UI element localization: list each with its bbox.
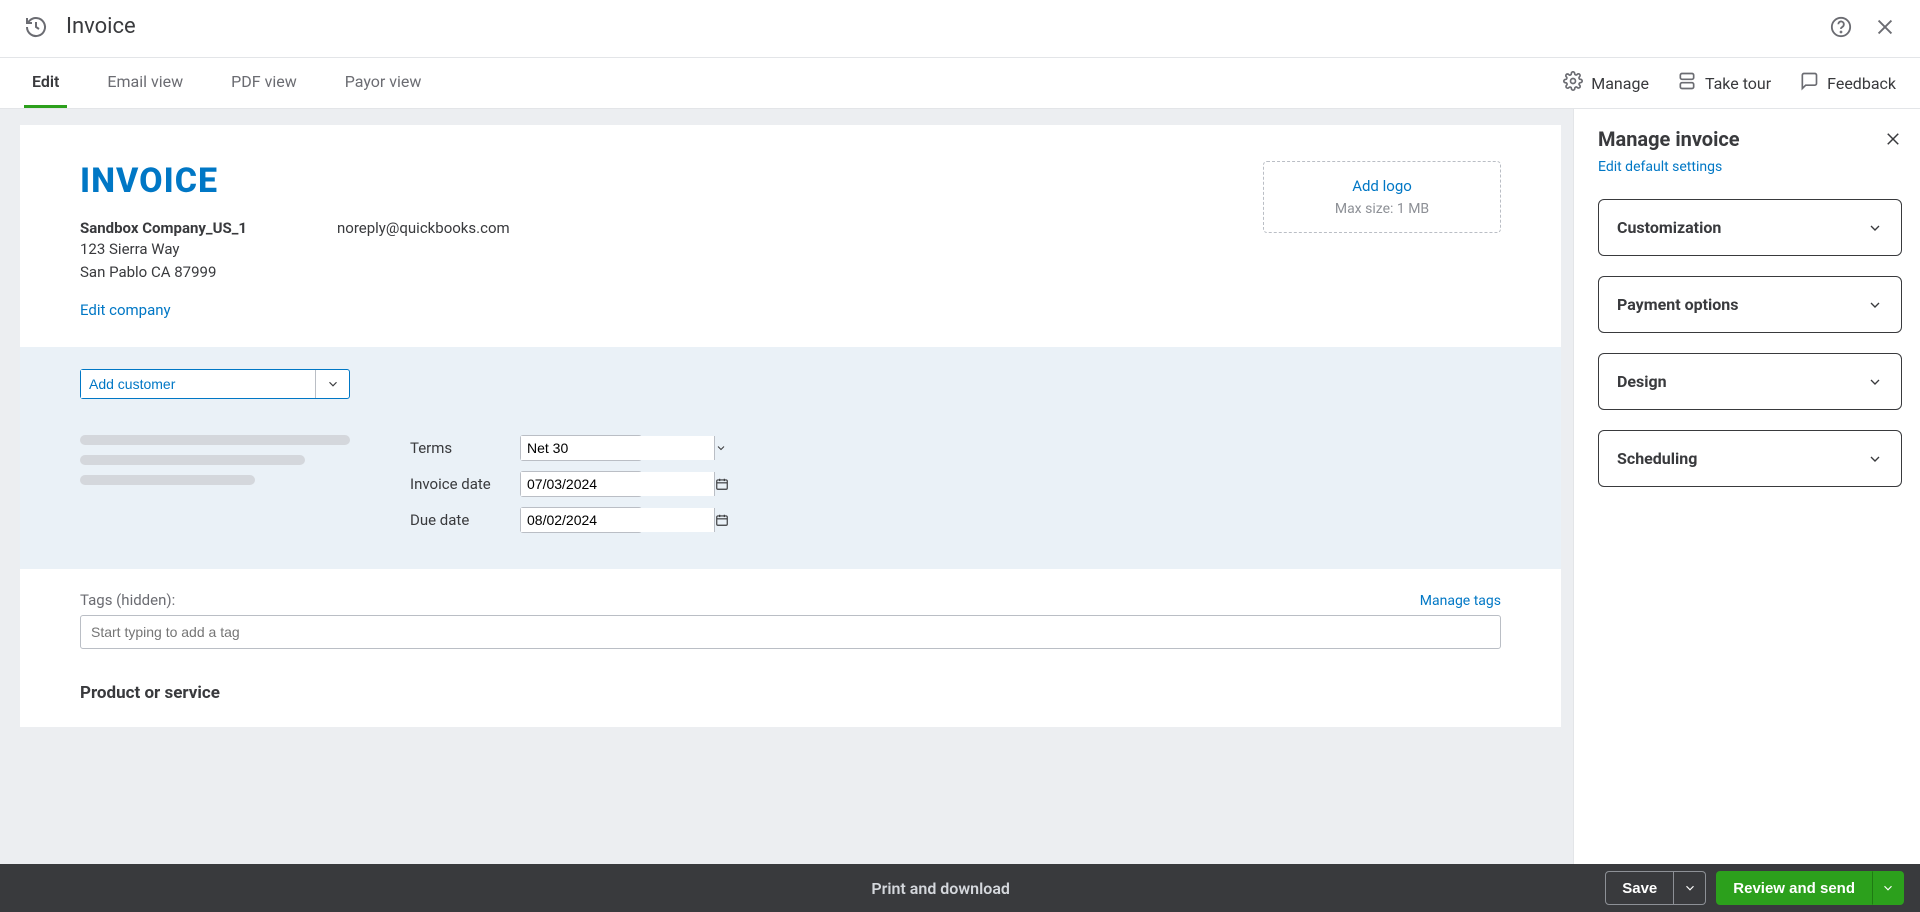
terms-dropdown-toggle[interactable] xyxy=(714,436,727,460)
chevron-down-icon xyxy=(1867,451,1883,467)
accordion-customization[interactable]: Customization xyxy=(1598,199,1902,256)
customer-dropdown-toggle[interactable] xyxy=(315,370,349,398)
chevron-down-icon xyxy=(326,377,340,391)
close-icon[interactable] xyxy=(1874,16,1896,38)
company-addr2: San Pablo CA 87999 xyxy=(80,262,247,283)
company-name: Sandbox Company_US_1 xyxy=(80,219,247,237)
print-download-button[interactable]: Print and download xyxy=(276,879,1605,898)
manage-action[interactable]: Manage xyxy=(1563,71,1649,95)
items-section: Product or service xyxy=(20,659,1561,727)
manage-tags-link[interactable]: Manage tags xyxy=(1420,593,1501,609)
company-email: noreply@quickbooks.com xyxy=(337,219,510,283)
accordion-title: Customization xyxy=(1617,218,1721,237)
save-dropdown-toggle[interactable] xyxy=(1674,871,1706,905)
review-send-button[interactable]: Review and send xyxy=(1716,871,1872,905)
tour-label: Take tour xyxy=(1705,74,1771,93)
invoice-date-input[interactable] xyxy=(521,472,714,496)
chevron-down-icon xyxy=(1881,881,1895,895)
chevron-down-icon xyxy=(1867,374,1883,390)
calendar-icon xyxy=(715,477,729,491)
take-tour-action[interactable]: Take tour xyxy=(1677,71,1771,95)
calendar-icon xyxy=(715,513,729,527)
tab-email-view[interactable]: Email view xyxy=(99,58,191,108)
terms-input[interactable] xyxy=(521,436,714,460)
company-addr1: 123 Sierra Way xyxy=(80,239,247,260)
chevron-down-icon xyxy=(1683,881,1697,895)
accordion-title: Payment options xyxy=(1617,295,1738,314)
top-header: Invoice xyxy=(0,0,1920,58)
logo-dropzone[interactable]: Add logo Max size: 1 MB xyxy=(1263,161,1501,233)
customer-dropdown[interactable] xyxy=(80,369,350,399)
terms-label: Terms xyxy=(410,439,500,457)
edit-company-link[interactable]: Edit company xyxy=(80,301,171,319)
tab-bar: Edit Email view PDF view Payor view Mana… xyxy=(0,58,1920,109)
accordion-title: Scheduling xyxy=(1617,449,1697,468)
customer-section: Terms Invoice date xyxy=(20,347,1561,569)
edit-default-settings-link[interactable]: Edit default settings xyxy=(1598,159,1722,175)
tags-label: Tags (hidden): xyxy=(80,591,175,609)
bottom-bar: Print and download Save Review and send xyxy=(0,864,1920,912)
review-dropdown-toggle[interactable] xyxy=(1872,871,1904,905)
tab-pdf-view[interactable]: PDF view xyxy=(223,58,305,108)
tags-section: Tags (hidden): Manage tags xyxy=(20,569,1561,659)
accordion-scheduling[interactable]: Scheduling xyxy=(1598,430,1902,487)
chevron-down-icon xyxy=(1867,220,1883,236)
tab-payor-view[interactable]: Payor view xyxy=(337,58,430,108)
manage-label: Manage xyxy=(1591,74,1649,93)
feedback-action[interactable]: Feedback xyxy=(1799,71,1896,95)
history-icon[interactable] xyxy=(24,15,48,39)
due-date-input[interactable] xyxy=(521,508,714,532)
accordion-title: Design xyxy=(1617,372,1667,391)
due-date-picker-toggle[interactable] xyxy=(714,508,729,532)
invoice-heading: INVOICE xyxy=(80,161,510,201)
side-close-icon[interactable] xyxy=(1884,130,1902,148)
company-section: INVOICE Sandbox Company_US_1 123 Sierra … xyxy=(20,125,1561,347)
chevron-down-icon xyxy=(1867,297,1883,313)
page-title: Invoice xyxy=(66,14,136,39)
invoice-date-picker-toggle[interactable] xyxy=(714,472,729,496)
due-date-label: Due date xyxy=(410,511,500,529)
tour-icon xyxy=(1677,71,1697,95)
help-icon[interactable] xyxy=(1830,16,1852,38)
items-title: Product or service xyxy=(80,683,1501,703)
feedback-icon xyxy=(1799,71,1819,95)
terms-field[interactable] xyxy=(520,435,642,461)
chevron-down-icon xyxy=(715,442,727,454)
accordion-payment-options[interactable]: Payment options xyxy=(1598,276,1902,333)
add-logo-link[interactable]: Add logo xyxy=(1352,177,1412,195)
feedback-label: Feedback xyxy=(1827,74,1896,93)
accordion-design[interactable]: Design xyxy=(1598,353,1902,410)
logo-hint: Max size: 1 MB xyxy=(1335,201,1429,217)
invoice-date-label: Invoice date xyxy=(410,475,500,493)
editor-scroll[interactable]: INVOICE Sandbox Company_US_1 123 Sierra … xyxy=(0,109,1573,864)
tags-input[interactable] xyxy=(80,615,1501,649)
side-panel: Manage invoice Edit default settings Cus… xyxy=(1573,109,1920,864)
save-button[interactable]: Save xyxy=(1605,871,1674,905)
billing-skeleton xyxy=(80,435,360,533)
gear-icon xyxy=(1563,71,1583,95)
tab-edit[interactable]: Edit xyxy=(24,58,67,108)
customer-input[interactable] xyxy=(81,370,315,398)
due-date-field[interactable] xyxy=(520,507,642,533)
side-panel-title: Manage invoice xyxy=(1598,127,1740,151)
invoice-date-field[interactable] xyxy=(520,471,642,497)
